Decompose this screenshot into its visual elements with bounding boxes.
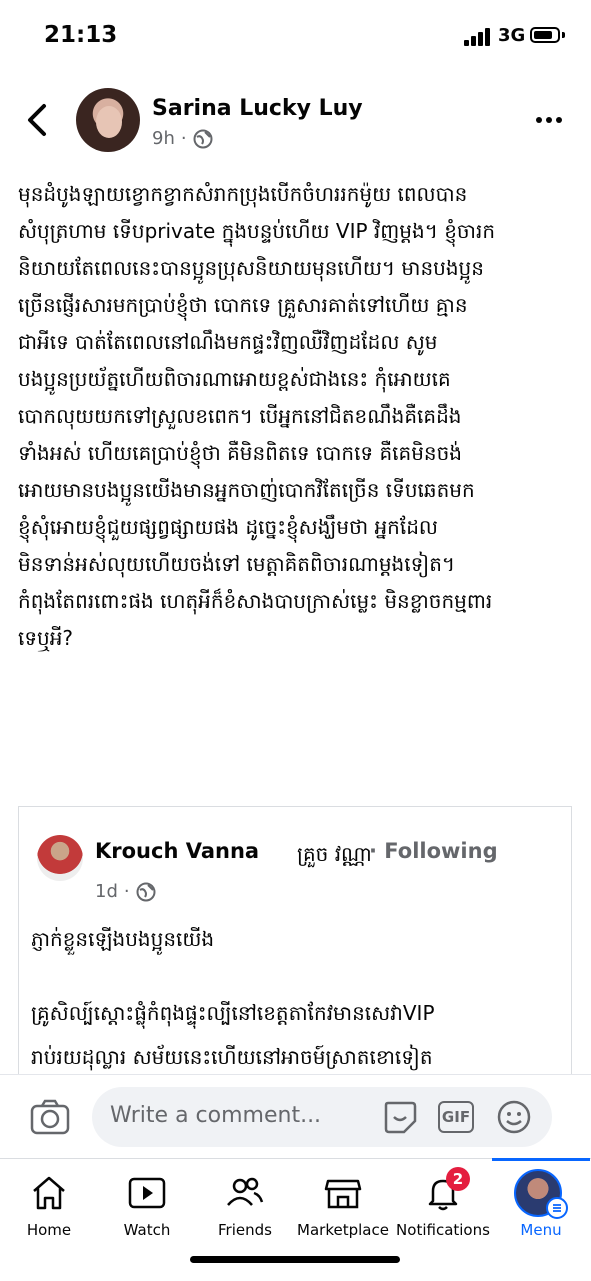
globe-icon — [193, 129, 213, 148]
tab-label: Watch — [123, 1221, 171, 1239]
meta-dot: · — [180, 128, 187, 149]
notification-badge: 2 — [446, 1167, 470, 1191]
marketplace-icon — [324, 1179, 362, 1209]
camera-icon[interactable] — [30, 1099, 70, 1135]
shared-author-avatar[interactable] — [37, 835, 83, 881]
gif-icon[interactable]: GIF — [438, 1101, 474, 1133]
tab-marketplace[interactable]: Marketplace — [294, 1159, 392, 1249]
watch-icon — [128, 1177, 166, 1209]
battery-icon — [530, 27, 560, 43]
comment-composer: Write a comment... GIF — [0, 1074, 591, 1159]
emoji-icon[interactable] — [496, 1099, 532, 1135]
tab-label: Marketplace — [297, 1221, 389, 1239]
status-time: 21:13 — [44, 22, 118, 48]
home-icon — [33, 1176, 65, 1210]
tab-label: Menu — [520, 1221, 562, 1239]
menu-lines-icon — [546, 1197, 568, 1219]
comment-input[interactable]: Write a comment... GIF — [92, 1087, 552, 1147]
shared-meta-dot: · — [123, 881, 130, 902]
post-header: Sarina Lucky Luy 9h · — [0, 80, 591, 160]
back-icon[interactable] — [20, 98, 56, 142]
shared-text-line: គ្រូសិល្ប៍ស្តោះផ្លុំកំពុងផ្ទុះល្បីនៅខេត្… — [31, 1001, 435, 1025]
shared-meta: 1d · — [95, 881, 156, 902]
tab-notifications[interactable]: 2 Notifications — [394, 1159, 492, 1249]
post-text: មុនដំបូងឡាយខ្វោកខ្វាកសំរាកប្រុងបើកចំហររក… — [18, 182, 496, 650]
tab-friends[interactable]: Friends — [196, 1159, 294, 1249]
post-time[interactable]: 9h — [152, 128, 175, 149]
tab-menu[interactable]: Menu — [492, 1158, 590, 1249]
author-name[interactable]: Sarina Lucky Luy — [152, 96, 363, 121]
shared-author-name[interactable]: Krouch Vanna — [95, 839, 259, 863]
following-label[interactable]: · Following — [369, 839, 498, 863]
comment-placeholder[interactable]: Write a comment... — [110, 1103, 321, 1128]
tab-label: Home — [26, 1221, 72, 1239]
tab-label: Notifications — [396, 1221, 490, 1239]
tab-home[interactable]: Home — [0, 1159, 98, 1249]
network-type: 3G — [498, 25, 526, 46]
tab-label: Friends — [218, 1221, 272, 1239]
friends-icon — [227, 1177, 264, 1206]
signal-icon — [464, 28, 492, 46]
home-indicator — [190, 1256, 400, 1263]
shared-time[interactable]: 1d — [95, 881, 118, 902]
sticker-icon[interactable] — [382, 1099, 418, 1135]
more-options-icon[interactable] — [536, 108, 568, 132]
shared-post[interactable]: Krouch Vanna គ្រួច វណ្ណា · Following 1d … — [18, 806, 572, 1096]
shared-author-khmer: គ្រួច វណ្ណា — [297, 842, 372, 866]
shared-text-line: រាប់រយដុល្លារ សម័យនេះហើយនៅអាចម៍ស្រាតខោទៀ… — [31, 1045, 433, 1069]
status-bar: 21:13 3G — [0, 0, 591, 72]
tab-watch[interactable]: Watch — [98, 1159, 196, 1249]
battery-tip — [562, 32, 565, 38]
shared-text-line: ភ្ញាក់ខ្លួនឡើងបងប្អូនយើង — [31, 927, 215, 951]
post-meta: 9h · — [152, 128, 213, 149]
globe-icon — [136, 882, 156, 901]
author-avatar[interactable] — [76, 88, 140, 152]
